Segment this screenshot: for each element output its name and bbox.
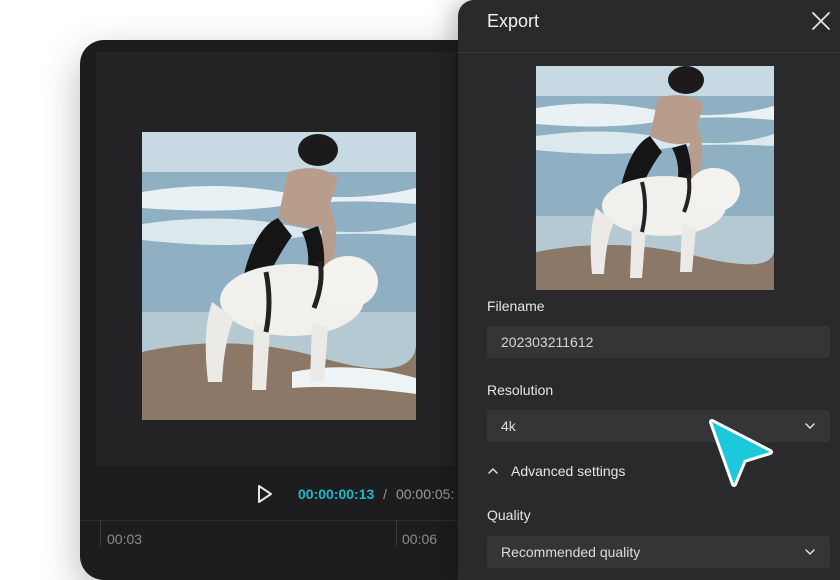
advanced-settings-toggle[interactable]: Advanced settings [487,463,625,479]
ruler-tick [100,521,101,547]
advanced-settings-label: Advanced settings [511,463,626,479]
play-icon[interactable] [256,484,274,504]
chevron-down-icon [805,549,815,555]
ruler-tick [396,521,397,547]
export-dialog: Export Filename Resolution [458,0,840,580]
timecode: 00:00:00:13 / 00:00:05: [298,486,454,502]
resolution-value: 4k [501,418,516,434]
chevron-down-icon [805,423,815,429]
quality-value: Recommended quality [501,544,641,560]
export-thumbnail [536,66,774,290]
ruler-label: 00:03 [107,531,143,547]
quality-select[interactable]: Recommended quality [487,536,830,568]
close-icon[interactable] [810,10,832,32]
chevron-up-icon [488,468,498,474]
dialog-divider [458,52,840,53]
filename-input[interactable] [501,326,816,358]
editor-window: 00:00:00:13 / 00:00:05: 00:03 00:06 [80,40,500,580]
resolution-label: Resolution [487,382,554,398]
time-separator: / [383,486,388,502]
ruler-label: 00:06 [402,531,438,547]
current-time: 00:00:00:13 [298,486,375,502]
playback-controls: 00:00:00:13 / 00:00:05: [80,472,500,516]
timeline-ruler[interactable]: 00:03 00:06 [80,520,500,580]
pointer-cursor-icon [709,419,773,487]
video-preview-image [142,132,416,420]
dialog-title: Export [487,11,540,31]
filename-label: Filename [487,298,545,314]
filename-field[interactable] [487,326,830,358]
quality-label: Quality [487,507,531,523]
total-time: 00:00:05: [395,486,455,502]
